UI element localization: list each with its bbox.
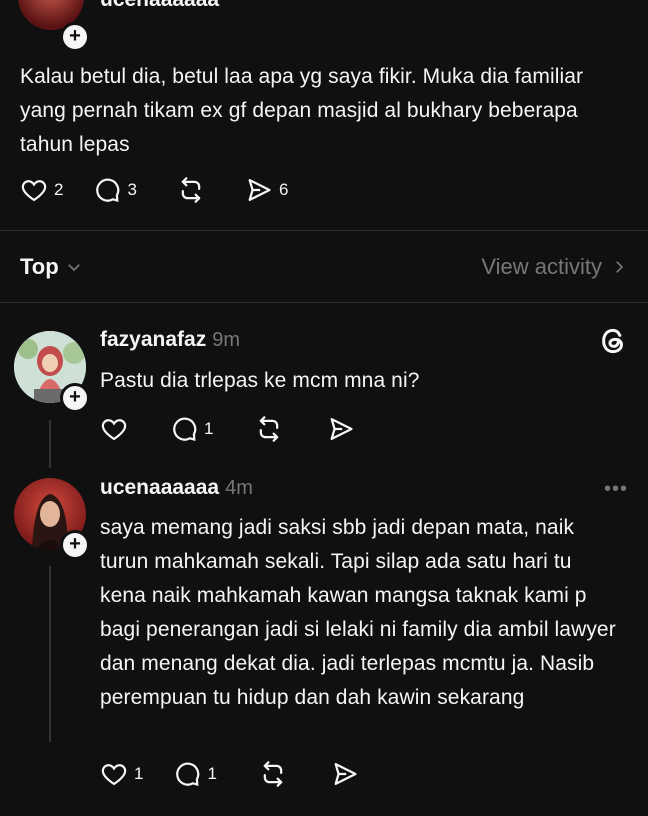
reply-button[interactable]: 1 bbox=[173, 760, 217, 788]
share-button[interactable] bbox=[327, 415, 355, 443]
top-post-text: Kalau betul dia, betul laa apa yg saya f… bbox=[20, 65, 584, 156]
like-button[interactable]: 2 bbox=[20, 176, 63, 204]
more-options-button[interactable]: ••• bbox=[604, 478, 628, 501]
thread-line bbox=[49, 420, 51, 468]
chevron-right-icon bbox=[616, 261, 624, 273]
repost-button[interactable] bbox=[177, 176, 205, 204]
divider bbox=[0, 230, 648, 231]
reply2-username[interactable]: ucenaaaaaa bbox=[100, 476, 219, 500]
reply1-username[interactable]: fazyanafaz bbox=[100, 328, 206, 352]
send-icon bbox=[331, 417, 354, 441]
repost-button[interactable] bbox=[255, 415, 283, 443]
top-post-username[interactable]: ucenaaaaaa bbox=[100, 0, 219, 12]
follow-plus-icon[interactable]: + bbox=[60, 530, 90, 560]
comment-icon bbox=[173, 417, 197, 441]
reply1-time: 9m bbox=[212, 329, 241, 351]
share-button[interactable]: 6 bbox=[245, 176, 288, 204]
reply2-text: saya memang jadi saksi sbb jadi depan ma… bbox=[100, 516, 616, 709]
like-button[interactable]: 1 bbox=[100, 760, 143, 788]
divider bbox=[0, 302, 648, 303]
reply1-text: Pastu dia trlepas ke mcm mna ni? bbox=[100, 369, 420, 392]
follow-plus-icon[interactable]: + bbox=[60, 383, 90, 413]
like-count: 2 bbox=[54, 180, 64, 199]
heart-icon bbox=[101, 419, 127, 441]
send-icon bbox=[334, 762, 357, 786]
thread-line bbox=[49, 566, 51, 742]
repost-icon bbox=[260, 416, 279, 442]
share-count: 6 bbox=[278, 180, 289, 199]
heart-icon bbox=[21, 180, 47, 202]
reply-count: 1 bbox=[204, 419, 214, 438]
comment-icon bbox=[176, 762, 200, 786]
top-post-actions: 2 3 6 bbox=[20, 176, 288, 204]
send-icon bbox=[248, 178, 271, 202]
reply2-actions: 1 1 bbox=[100, 760, 359, 788]
reply2-time: 4m bbox=[225, 477, 253, 499]
reply1-actions: 1 bbox=[100, 415, 355, 443]
repost-icon bbox=[263, 761, 283, 787]
repost-icon bbox=[181, 177, 201, 203]
reply-count: 1 bbox=[207, 764, 217, 783]
share-button[interactable] bbox=[331, 760, 359, 788]
comment-icon bbox=[96, 178, 120, 202]
view-activity-link[interactable]: View activity bbox=[481, 254, 628, 280]
reply-button[interactable]: 1 bbox=[170, 415, 213, 443]
threads-logo-icon[interactable] bbox=[598, 326, 628, 361]
sort-dropdown[interactable]: Top bbox=[20, 254, 83, 280]
reply-count: 3 bbox=[127, 180, 137, 199]
like-button[interactable] bbox=[100, 415, 128, 443]
reply2-header: ucenaaaaaa 4m bbox=[100, 476, 253, 500]
reply-button[interactable]: 3 bbox=[93, 176, 137, 204]
chevron-down-icon bbox=[67, 264, 80, 272]
repost-button[interactable] bbox=[259, 760, 287, 788]
sort-label: Top bbox=[20, 254, 59, 279]
heart-icon bbox=[101, 764, 127, 786]
view-activity-label: View activity bbox=[481, 254, 602, 279]
reply1-header: fazyanafaz 9m bbox=[100, 328, 240, 352]
like-count: 1 bbox=[134, 764, 144, 783]
follow-plus-icon[interactable]: + bbox=[60, 22, 90, 52]
